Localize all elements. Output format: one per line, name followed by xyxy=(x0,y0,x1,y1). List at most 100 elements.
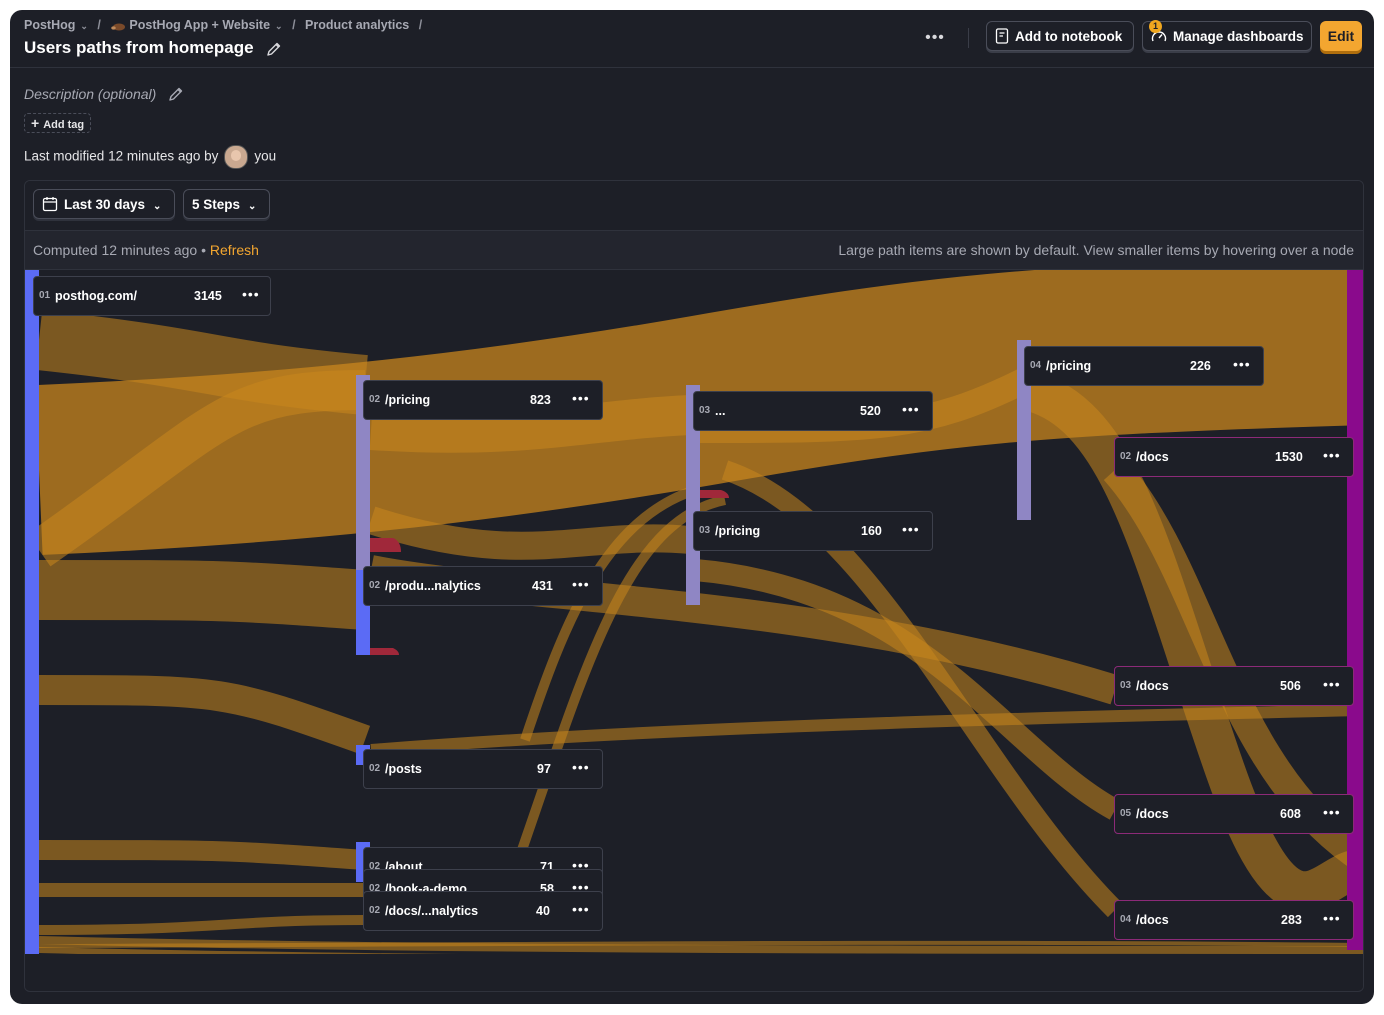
node-label: ... xyxy=(715,404,726,418)
insight-title[interactable]: Users paths from homepage xyxy=(24,38,254,57)
divider xyxy=(968,28,969,48)
node-count: 3145 xyxy=(194,289,222,303)
node-more-button[interactable]: ••• xyxy=(572,577,590,591)
breadcrumb-separator: / xyxy=(97,18,101,32)
info-bar: Computed 12 minutes ago • Refresh Large … xyxy=(25,231,1363,270)
chevron-down-icon: ⌄ xyxy=(153,201,162,212)
avatar xyxy=(224,145,249,169)
node-more-button[interactable]: ••• xyxy=(902,522,920,536)
pencil-icon[interactable] xyxy=(266,41,282,57)
date-range-picker[interactable]: Last 30 days ⌄ xyxy=(33,189,175,219)
chevron-down-icon: ⌄ xyxy=(275,21,283,31)
description-field[interactable]: Description (optional) xyxy=(24,86,184,102)
node-label: /posts xyxy=(385,762,422,776)
chevron-down-icon: ⌄ xyxy=(248,201,257,212)
chart-footer-strip xyxy=(25,954,1363,990)
flow-link xyxy=(38,675,371,755)
refresh-link[interactable]: Refresh xyxy=(210,242,259,258)
node-step: 01 xyxy=(39,290,51,301)
add-to-notebook-button[interactable]: Add to notebook xyxy=(986,21,1134,51)
breadcrumb-item-project[interactable]: PostHog App + Website ⌄ xyxy=(110,18,283,32)
node-step: 02 xyxy=(369,394,381,405)
computed-status: Computed 12 minutes ago • Refresh xyxy=(33,242,259,258)
steps-selector[interactable]: 5 Steps ⌄ xyxy=(183,189,270,219)
node-more-button[interactable]: ••• xyxy=(1233,357,1251,371)
node-count: 608 xyxy=(1280,807,1301,821)
plus-icon: + xyxy=(31,115,40,131)
chevron-down-icon: ⌄ xyxy=(80,21,88,31)
path-node[interactable]: 03/pricing 160 ••• xyxy=(693,511,933,551)
node-more-button[interactable]: ••• xyxy=(572,902,590,916)
path-node[interactable]: 02/docs 1530 ••• xyxy=(1114,437,1354,477)
paths-hint: Large path items are shown by default. V… xyxy=(838,242,1354,258)
node-more-button[interactable]: ••• xyxy=(902,402,920,416)
node-count: 506 xyxy=(1280,679,1301,693)
path-node[interactable]: 02/docs/...nalytics 40 ••• xyxy=(363,891,603,931)
dropoff-marker xyxy=(370,538,401,552)
breadcrumb-item-organization[interactable]: PostHog ⌄ xyxy=(24,18,88,32)
add-tag-button[interactable]: + Add tag xyxy=(24,113,92,133)
node-step: 02 xyxy=(369,580,381,591)
node-more-button[interactable]: ••• xyxy=(572,760,590,774)
node-label: /pricing xyxy=(1046,359,1092,373)
node-more-button[interactable]: ••• xyxy=(242,287,260,301)
node-count: 40 xyxy=(536,904,550,918)
node-label: /pricing xyxy=(715,524,761,538)
notebook-icon xyxy=(995,28,1009,44)
path-node[interactable]: 05/docs 608 ••• xyxy=(1114,794,1354,834)
dashboards-count-badge: 1 xyxy=(1149,20,1162,33)
node-count: 160 xyxy=(861,524,882,538)
last-modified-info: Last modified 12 minutes ago by you xyxy=(24,145,276,169)
insight-title-row: Users paths from homepage xyxy=(24,38,282,58)
edit-button[interactable]: Edit xyxy=(1320,21,1362,51)
insight-panel: Last 30 days ⌄ 5 Steps ⌄ Computed 12 minut… xyxy=(24,180,1364,992)
node-more-button[interactable]: ••• xyxy=(1323,677,1341,691)
path-node[interactable]: 04/docs 283 ••• xyxy=(1114,900,1354,940)
node-label: /docs xyxy=(1136,679,1169,693)
node-step: 02 xyxy=(369,905,381,916)
path-node[interactable]: 01 posthog.com/3145 ••• xyxy=(33,276,271,316)
node-step: 02 xyxy=(369,763,381,774)
node-count: 283 xyxy=(1281,913,1302,927)
node-bar-end xyxy=(1347,270,1363,950)
path-node[interactable]: 02/posts 97 ••• xyxy=(363,749,603,789)
pencil-icon[interactable] xyxy=(168,86,184,102)
node-step: 03 xyxy=(1120,680,1132,691)
node-step: 04 xyxy=(1030,360,1042,371)
node-step: 03 xyxy=(699,405,711,416)
breadcrumb-separator: / xyxy=(418,18,423,32)
hedgehog-icon xyxy=(111,23,126,31)
flow-link xyxy=(38,915,366,935)
node-step: 04 xyxy=(1120,914,1132,925)
calendar-icon xyxy=(42,196,58,212)
paths-sankey-chart: 01 posthog.com/3145 ••• 02/pricing 823 ••• 0… xyxy=(25,270,1363,990)
top-bar: PostHog ⌄ / PostHog App + Website ⌄ / Prod… xyxy=(10,10,1374,68)
app-window: PostHog ⌄ / PostHog App + Website ⌄ / Prod… xyxy=(10,10,1374,1004)
node-count: 520 xyxy=(860,404,881,418)
node-more-button[interactable]: ••• xyxy=(1323,805,1341,819)
more-options-button[interactable]: ••• xyxy=(924,28,946,48)
node-label: /docs xyxy=(1136,807,1169,821)
filter-bar: Last 30 days ⌄ 5 Steps ⌄ xyxy=(25,181,1363,231)
node-count: 823 xyxy=(530,393,551,407)
breadcrumb-item-section[interactable]: Product analytics xyxy=(305,18,409,32)
node-step: 05 xyxy=(1120,808,1132,819)
node-count: 226 xyxy=(1190,359,1211,373)
path-node[interactable]: 02/pricing 823 ••• xyxy=(363,380,603,420)
breadcrumb-separator: / xyxy=(292,18,296,32)
manage-dashboards-button[interactable]: 1 Manage dashboards xyxy=(1142,20,1312,51)
dropoff-marker xyxy=(700,490,729,498)
path-node[interactable]: 03/docs 506 ••• xyxy=(1114,666,1354,706)
path-node[interactable]: 03... 520 ••• xyxy=(693,391,933,431)
node-label: /pricing xyxy=(385,393,431,407)
node-label: /docs/...nalytics xyxy=(385,904,479,918)
dropoff-marker xyxy=(370,648,399,655)
node-count: 97 xyxy=(537,762,551,776)
path-node[interactable]: 02/produ...nalytics 431 ••• xyxy=(363,566,603,606)
flow-link xyxy=(38,560,368,630)
node-more-button[interactable]: ••• xyxy=(1323,911,1341,925)
node-more-button[interactable]: ••• xyxy=(1323,448,1341,462)
path-node[interactable]: 04/pricing 226 ••• xyxy=(1024,346,1264,386)
node-more-button[interactable]: ••• xyxy=(572,391,590,405)
node-label: /produ...nalytics xyxy=(385,579,481,593)
